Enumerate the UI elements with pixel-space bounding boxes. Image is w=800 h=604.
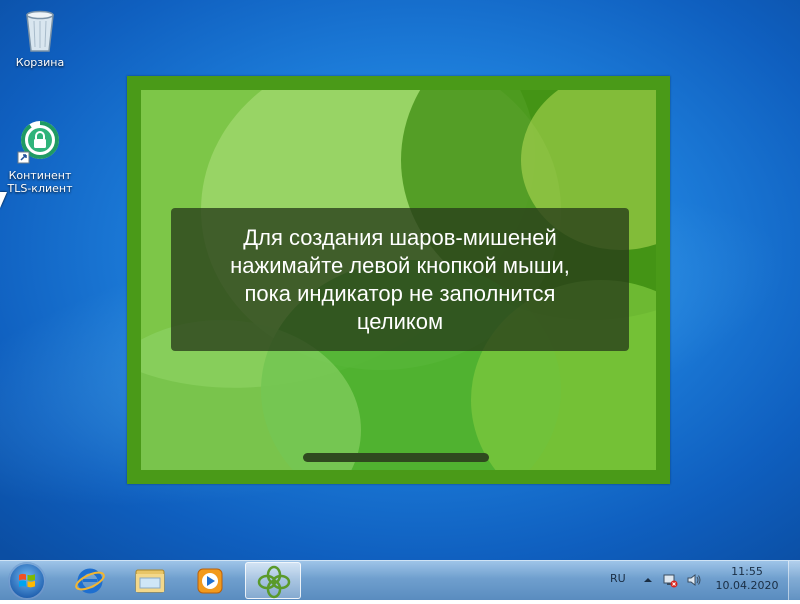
mouse-cursor-icon: [0, 192, 7, 208]
clock[interactable]: 11:55 10.04.2020: [712, 565, 782, 593]
taskbar-windows-explorer[interactable]: [122, 562, 178, 599]
clock-time: 11:55: [731, 565, 763, 578]
taskbar-screensaver-app[interactable]: [245, 562, 301, 599]
start-button[interactable]: [8, 562, 46, 600]
windows-explorer-icon: [135, 569, 165, 593]
recycle-bin-icon: [16, 5, 64, 53]
taskbar: [0, 560, 800, 600]
tls-client-label: Континент TLS-клиент: [7, 169, 73, 195]
instruction-text: Для создания шаров-мишеней нажимайте лев…: [230, 224, 570, 334]
clock-date: 10.04.2020: [715, 579, 779, 592]
language-indicator[interactable]: RU: [610, 572, 626, 585]
recycle-bin-shortcut[interactable]: Корзина: [2, 5, 78, 69]
media-player-icon: [197, 568, 223, 594]
network-icon[interactable]: [662, 572, 678, 588]
volume-icon[interactable]: [686, 572, 702, 588]
tls-client-shortcut[interactable]: Континент TLS-клиент: [2, 118, 78, 195]
screensaver-app-icon: [257, 565, 291, 599]
desktop: Корзина Континент TLS-клиент Для создани…: [0, 0, 800, 560]
windows-logo-icon: [19, 573, 35, 588]
show-desktop-button[interactable]: [788, 561, 800, 600]
internet-explorer-icon: [75, 568, 105, 594]
fill-indicator: [303, 453, 489, 462]
recycle-bin-label: Корзина: [15, 56, 65, 69]
show-hidden-icons-icon[interactable]: [640, 572, 656, 588]
tls-client-icon: [16, 118, 64, 166]
instruction-panel: Для создания шаров-мишеней нажимайте лев…: [171, 208, 629, 351]
taskbar-media-player[interactable]: [182, 562, 238, 599]
taskbar-internet-explorer[interactable]: [62, 562, 118, 599]
